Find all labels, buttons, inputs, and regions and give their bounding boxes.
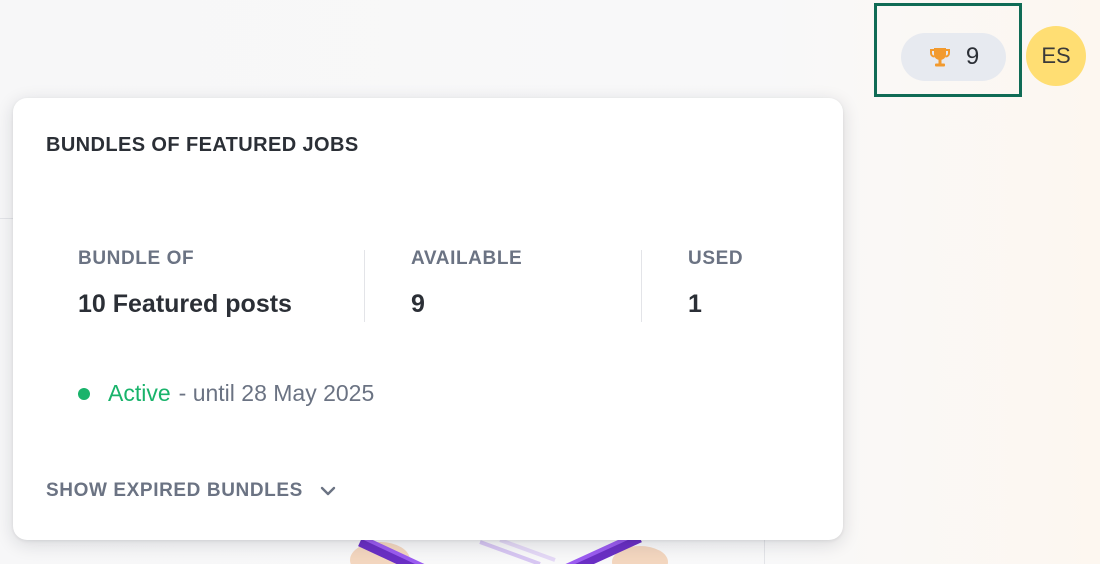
stat-label: AVAILABLE [411, 248, 523, 269]
status-dot-icon [78, 387, 90, 400]
show-expired-bundles-toggle[interactable]: SHOW EXPIRED BUNDLES [46, 480, 337, 502]
avatar-initials: ES [1041, 43, 1071, 68]
featured-bundles-popover: BUNDLES OF FEATURED JOBS BUNDLE OF 10 Fe… [13, 98, 843, 540]
stat-value: 1 [688, 290, 702, 318]
status-until-text: - until 28 May 2025 [178, 380, 375, 406]
featured-credits-button[interactable]: 9 [901, 33, 1006, 81]
chevron-down-icon [320, 486, 336, 496]
stat-value: 10 Featured posts [78, 290, 292, 318]
trophy-icon [929, 48, 950, 67]
stat-value: 9 [411, 290, 425, 318]
stat-used: USED 1 [642, 248, 888, 322]
popover-title: BUNDLES OF FEATURED JOBS [46, 134, 359, 156]
stat-available: AVAILABLE 9 [365, 248, 641, 322]
stat-label: USED [688, 248, 744, 269]
stat-label: BUNDLE OF [78, 248, 195, 269]
bundle-status: Active - until 28 May 2025 [78, 380, 374, 407]
status-active-text: Active [108, 380, 171, 406]
bundle-stats: BUNDLE OF 10 Featured posts AVAILABLE 9 … [78, 248, 888, 322]
stat-bundle-of: BUNDLE OF 10 Featured posts [78, 248, 364, 322]
credits-count: 9 [965, 43, 980, 70]
user-avatar[interactable]: ES [1026, 26, 1086, 86]
show-expired-label: SHOW EXPIRED BUNDLES [46, 480, 303, 501]
